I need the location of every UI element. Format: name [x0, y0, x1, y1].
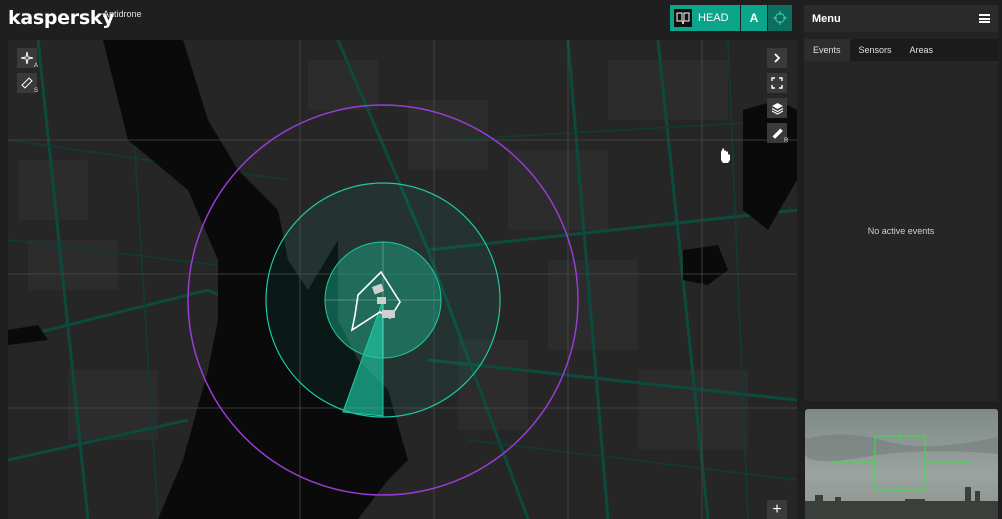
measure-tool-key: S — [34, 88, 39, 94]
target-mode-button[interactable] — [768, 5, 792, 31]
select-tool-icon — [20, 51, 34, 65]
crosshair-icon — [773, 11, 787, 25]
panel-title: Menu — [812, 12, 841, 25]
hand-cursor-icon — [721, 148, 730, 163]
menu-icon[interactable] — [979, 14, 990, 23]
top-bar: kaspersky Antidrone HEAD A — [0, 0, 800, 36]
ruler-key: R — [784, 138, 789, 144]
events-list: No active events — [804, 61, 998, 401]
camera-image — [805, 409, 998, 519]
map-view[interactable]: A S R + — [8, 40, 797, 519]
map-canvas[interactable] — [8, 40, 797, 519]
auto-mode-button[interactable]: A — [741, 5, 767, 31]
tab-events[interactable]: Events — [804, 39, 850, 61]
zoom-in-button[interactable]: + — [767, 500, 787, 519]
empty-events-message: No active events — [867, 226, 935, 236]
product-name: Antidrone — [103, 9, 142, 19]
head-mode-button[interactable]: HEAD — [670, 5, 740, 31]
panel-header: Menu — [804, 5, 998, 32]
tab-areas[interactable]: Areas — [901, 39, 943, 61]
expand-panel-button[interactable] — [767, 48, 787, 68]
layers-button[interactable] — [767, 98, 787, 118]
ruler-icon — [772, 128, 783, 139]
side-panel: Menu Events Sensors Areas No active even… — [804, 5, 998, 401]
kaspersky-logo: kaspersky — [8, 7, 115, 29]
chevron-right-icon — [774, 53, 781, 63]
head-mode-label: HEAD — [698, 12, 729, 24]
select-tool-key: A — [34, 63, 39, 69]
fullscreen-icon — [771, 77, 783, 89]
layers-icon — [771, 102, 783, 115]
panel-tabs: Events Sensors Areas — [804, 39, 998, 61]
head-device-icon — [674, 9, 692, 27]
tab-sensors[interactable]: Sensors — [850, 39, 901, 61]
ruler-diagonal-icon — [21, 77, 33, 89]
fullscreen-button[interactable] — [767, 73, 787, 93]
camera-feed[interactable] — [805, 409, 998, 519]
mode-switcher: HEAD A — [670, 5, 792, 31]
